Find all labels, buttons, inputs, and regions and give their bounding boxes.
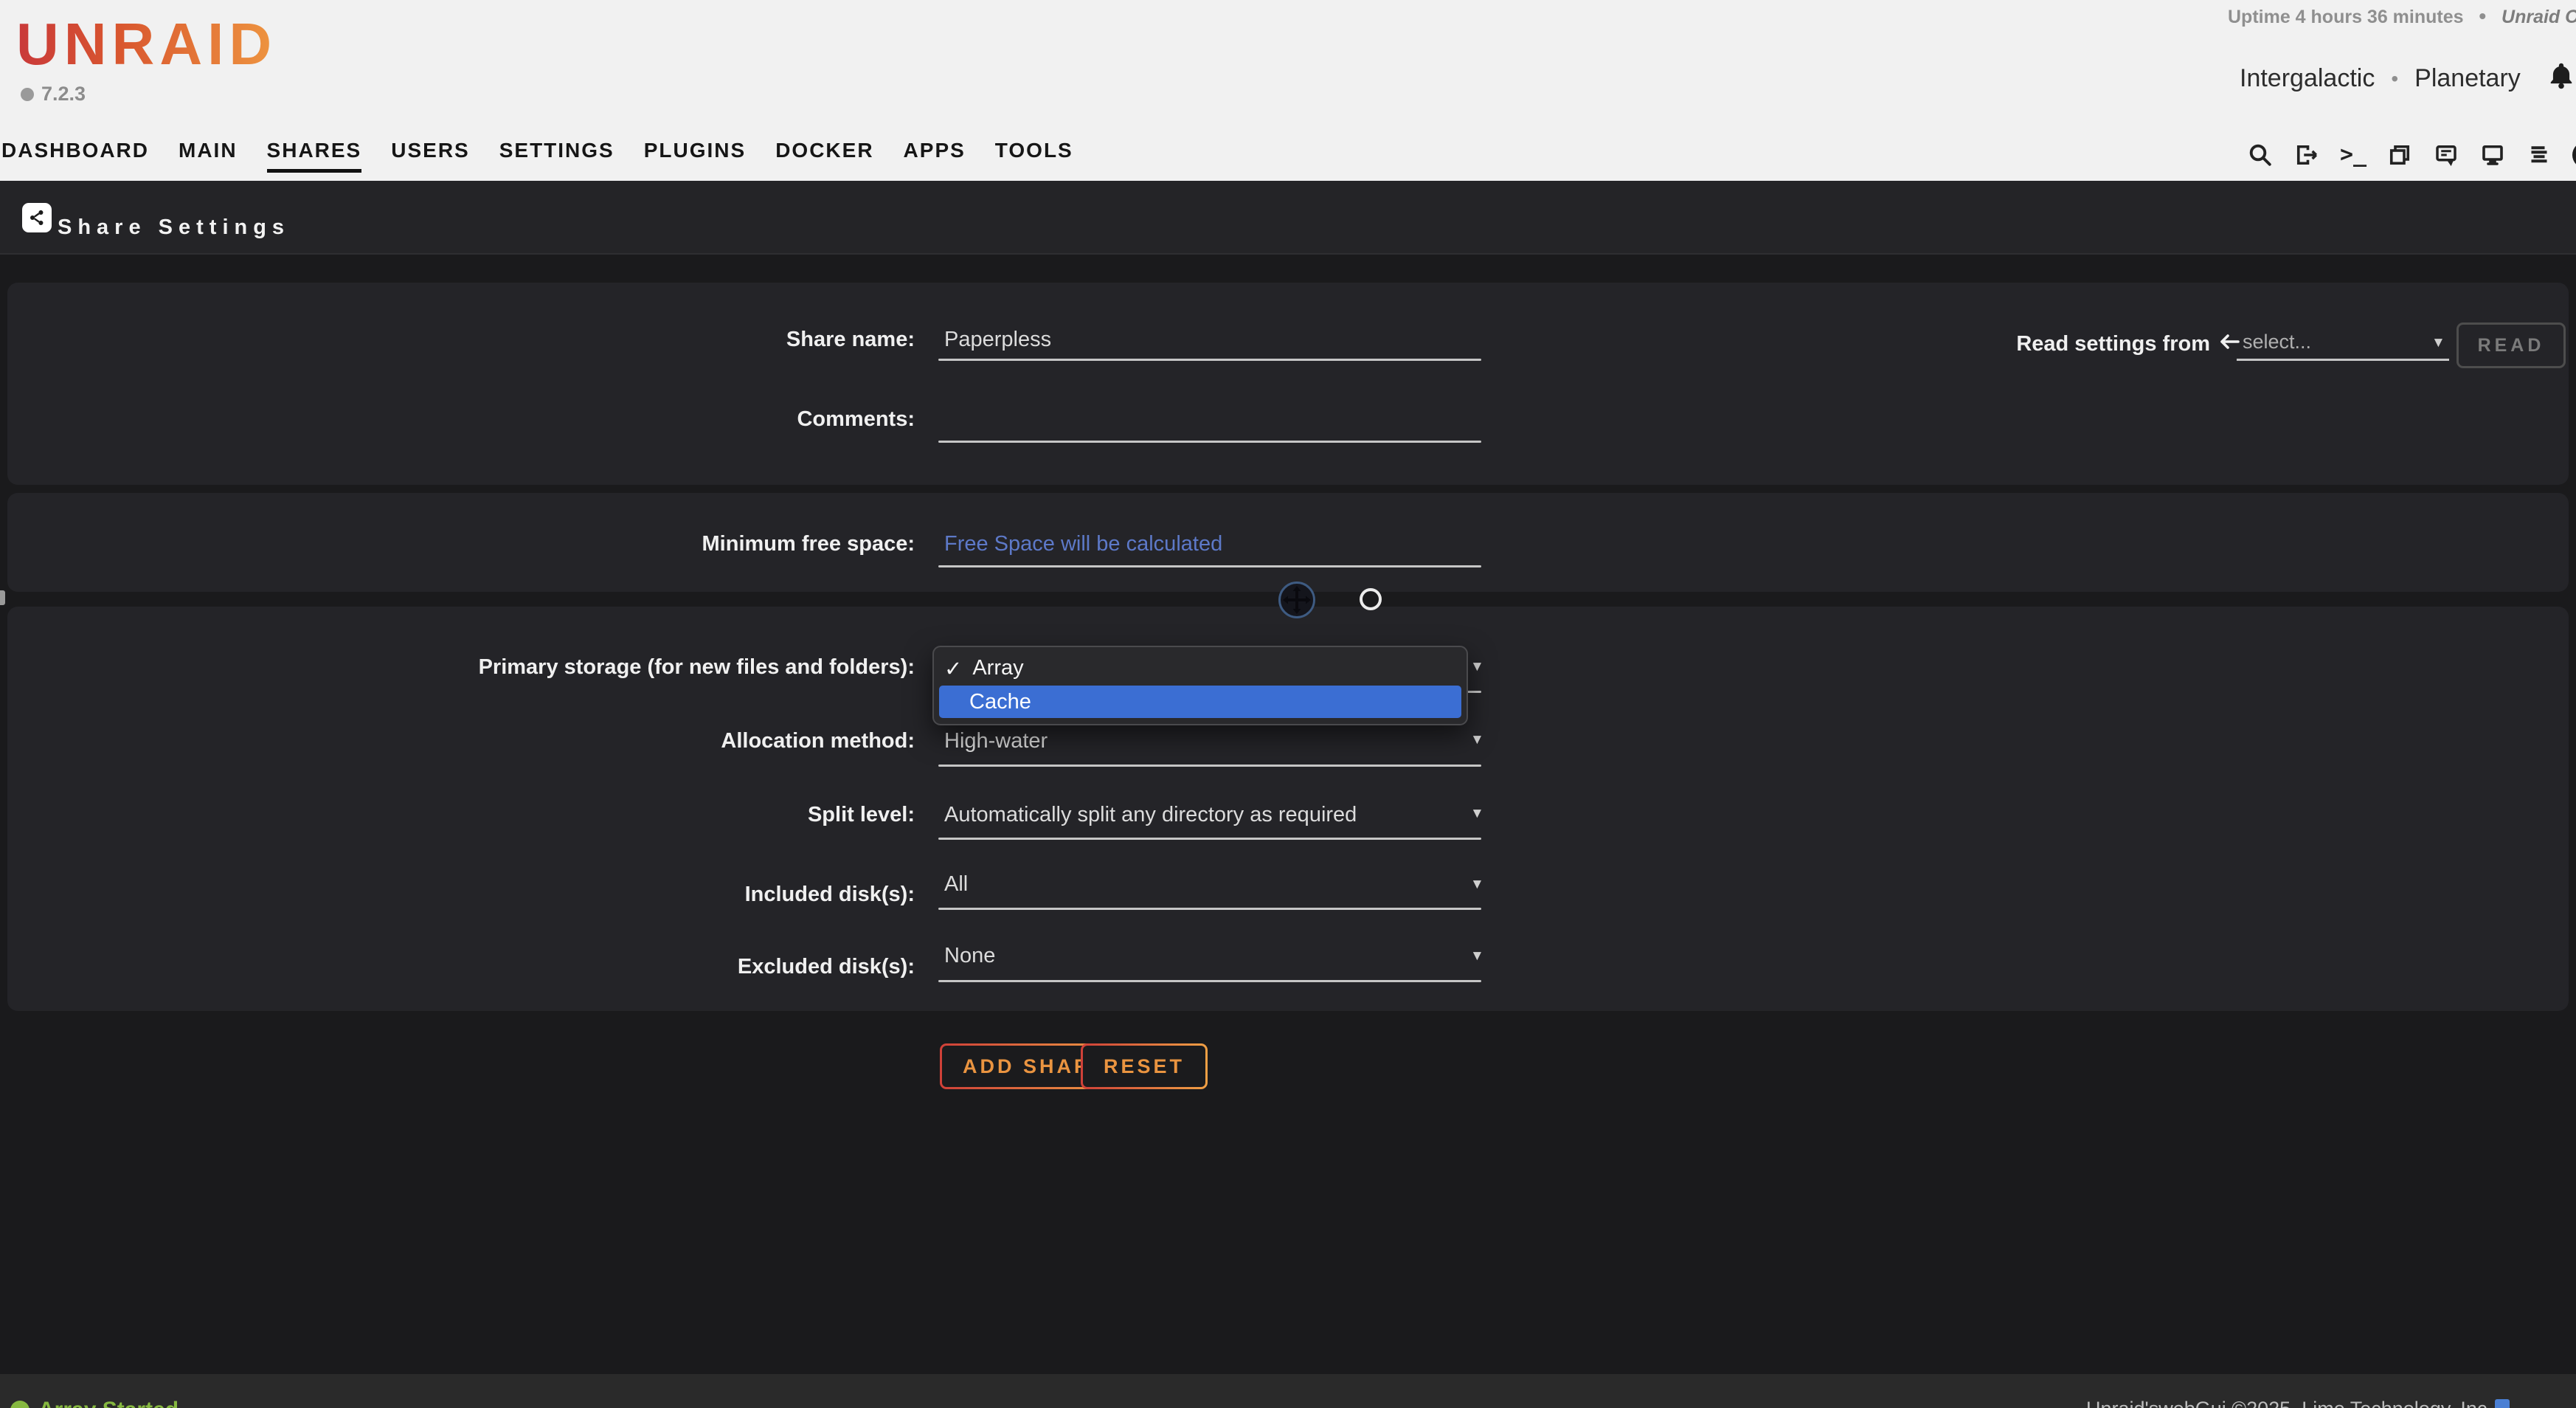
split-level-label: Split level: [0,802,915,827]
checkmark-icon: ✓ [944,656,962,682]
nav-tab-shares[interactable]: SHARES [267,139,362,173]
unraid-logo[interactable]: UNRAID [16,10,277,78]
search-icon[interactable] [2247,142,2274,168]
split-level-underline[interactable] [938,838,1481,840]
move-cursor-icon [1277,580,1317,624]
share-name-label: Share name: [0,327,915,352]
panel-share-identity [7,283,2569,485]
terminal-icon[interactable]: >_ [2340,142,2366,168]
uptime-text: Uptime 4 hours 36 minutes [2228,7,2464,27]
nav-tab-tools[interactable]: TOOLS [995,139,1073,173]
dropdown-option-cache[interactable]: Cache [939,686,1461,718]
nav-tab-settings[interactable]: SETTINGS [499,139,614,173]
notifications-bell-icon[interactable] [2547,61,2575,97]
excluded-disks-select[interactable]: None [944,943,995,968]
allocation-method-underline[interactable] [938,765,1481,767]
share-name-underline[interactable] [938,359,1481,361]
primary-storage-dropdown: ✓ Array Cache [932,646,1468,725]
read-settings-select[interactable]: select... [2243,331,2311,353]
excluded-disks-underline[interactable] [938,980,1481,982]
comments-label: Comments: [0,407,915,432]
nav-tab-plugins[interactable]: PLUGINS [644,139,746,173]
header-toolbar: >_ [2247,142,2576,168]
version-label: 7.2.3 [21,83,86,106]
arrow-left-icon [2217,331,2241,356]
read-settings-underline[interactable] [2237,359,2449,361]
array-status-icon [10,1401,30,1408]
share-icon [22,203,52,232]
theme-toggle-icon[interactable] [2572,142,2576,168]
monitor-icon[interactable] [2479,142,2506,168]
comments-underline[interactable] [938,441,1481,443]
nav-tab-docker[interactable]: DOCKER [775,139,873,173]
version-icon [21,88,34,101]
allocation-method-label: Allocation method: [0,728,915,753]
chevron-down-icon: ▼ [2431,335,2445,351]
feedback-icon[interactable] [2433,142,2459,168]
dot-separator: • [2479,4,2486,27]
reset-button[interactable]: RESET [1081,1043,1208,1089]
os-edition-text: Unraid OS Starter [2501,7,2576,27]
share-name-input[interactable]: Paperpless [944,327,1051,352]
page-title-bar [0,181,2576,255]
logout-icon[interactable] [2293,142,2320,168]
top-header: UNRAID 7.2.3 Uptime 4 hours 36 minutes •… [0,0,2576,181]
allocation-method-select[interactable]: High-water [944,728,1048,753]
read-button[interactable]: READ [2456,322,2566,368]
chevron-down-icon: ▼ [1470,659,1484,675]
array-status: Array Started [10,1398,179,1408]
chevron-down-icon: ▼ [1470,877,1484,893]
dropdown-option-array[interactable]: ✓ Array [944,656,1024,682]
server-identity: Intergalactic • Planetary [2240,61,2576,97]
nav-tab-apps[interactable]: APPS [904,139,966,173]
unraid-webgui: UNRAID 7.2.3 Uptime 4 hours 36 minutes •… [0,0,2576,1408]
server-name[interactable]: Intergalactic [2240,64,2375,93]
nav-tab-users[interactable]: USERS [391,139,469,173]
page-title: Share Settings [58,215,290,240]
chevron-down-icon: ▼ [1470,806,1484,822]
read-settings-label: Read settings from [1992,332,2210,356]
included-disks-underline[interactable] [938,908,1481,910]
uptime-status: Uptime 4 hours 36 minutes • Unraid OS St… [2228,4,2576,28]
chevron-down-icon: ▼ [1470,732,1484,748]
copy-icon[interactable] [2386,142,2413,168]
edge-marker [0,590,5,605]
log-icon[interactable] [2526,142,2552,168]
nav-tab-dashboard[interactable]: DASHBOARD [1,139,149,173]
server-description: Planetary [2414,64,2521,93]
included-disks-select[interactable]: All [944,872,968,897]
main-nav: DASHBOARD MAIN SHARES USERS SETTINGS PLU… [1,139,1073,173]
min-free-space-input[interactable]: Free Space will be calculated [944,531,1222,556]
chevron-down-icon: ▼ [1470,948,1484,964]
excluded-disks-label: Excluded disk(s): [0,954,915,979]
nav-tab-main[interactable]: MAIN [179,139,238,173]
primary-storage-label: Primary storage (for new files and folde… [0,655,915,680]
circle-cursor-icon [1360,588,1382,610]
min-free-space-underline[interactable] [938,565,1481,567]
split-level-select[interactable]: Automatically split any directory as req… [944,802,1357,827]
included-disks-label: Included disk(s): [0,882,915,907]
dot-separator: • [2391,67,2398,91]
copyright-text: Unraid'swebGui ©2025, Lime Technology, I… [2086,1398,2493,1408]
footer-link-icon[interactable] [2495,1399,2510,1408]
min-free-space-label: Minimum free space: [0,531,915,556]
